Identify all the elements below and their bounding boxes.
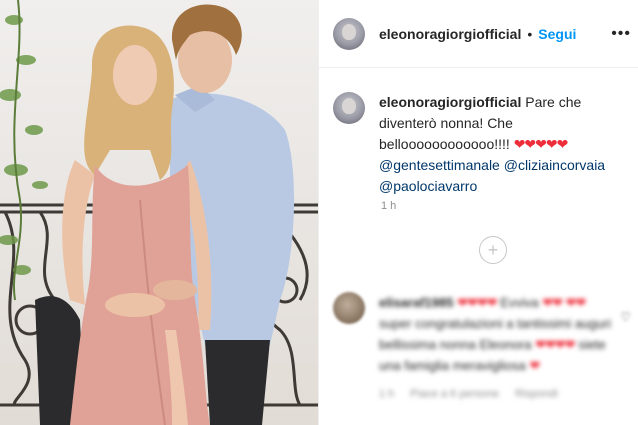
caption-avatar[interactable] (333, 92, 365, 124)
plus-circle-icon: + (487, 240, 499, 260)
comment-hearts: ❤❤ (565, 295, 587, 310)
plant-leaves (0, 15, 48, 275)
comment-time[interactable]: 1 h (379, 384, 394, 405)
comment-word: Evviva (500, 295, 539, 310)
caption-hearts: ❤❤❤❤❤ (513, 136, 569, 152)
caption-timestamp[interactable]: 1 h (381, 200, 396, 212)
follow-button[interactable]: Segui (538, 26, 576, 42)
more-options-icon[interactable]: ••• (611, 25, 631, 43)
header-separator: • (527, 25, 533, 42)
post-photo[interactable] (0, 0, 318, 425)
commenter-username[interactable]: elisaraf1985 (379, 295, 453, 310)
caption-text: eleonoragiorgiofficial Pare che diventer… (379, 92, 619, 197)
post-header: eleonoragiorgiofficial • Segui ••• (319, 0, 638, 68)
commenter-avatar[interactable] (333, 292, 365, 324)
comment-hearts: ❤❤❤❤ (535, 337, 576, 352)
comment-hearts: ❤ (529, 358, 540, 373)
author-username[interactable]: eleonoragiorgiofficial (379, 26, 521, 42)
comment-likes[interactable]: Piace a 6 persone (410, 384, 499, 405)
caption-username[interactable]: eleonoragiorgiofficial (379, 94, 521, 110)
photo-illustration (0, 0, 318, 425)
load-more-comments-button[interactable]: + (479, 236, 507, 264)
comment-item: elisaraf1985 ❤❤❤❤ Evviva ❤❤ ❤❤ super con… (333, 292, 633, 405)
mention-link[interactable]: @cliziaincorvaia (504, 157, 605, 173)
comment-reply-button[interactable]: Rispondi (515, 384, 558, 405)
post-side-panel: eleonoragiorgiofficial • Segui ••• eleon… (318, 0, 638, 425)
comment-hearts: ❤❤ (542, 295, 563, 310)
mention-link[interactable]: @gentesettimanale (379, 157, 500, 173)
heart-outline-icon[interactable]: ♡ (620, 310, 631, 324)
comment-hearts: ❤❤❤❤ (457, 295, 498, 310)
mention-link[interactable]: @paolociavarro (379, 178, 477, 194)
comment-body: elisaraf1985 ❤❤❤❤ Evviva ❤❤ ❤❤ super con… (379, 292, 619, 405)
comment-meta: 1 h Piace a 6 persone Rispondi (379, 384, 619, 405)
post-caption: eleonoragiorgiofficial Pare che diventer… (333, 92, 633, 197)
author-avatar[interactable] (333, 17, 365, 50)
comment-text: super congratulazioni a tantissimi augur… (379, 316, 611, 352)
